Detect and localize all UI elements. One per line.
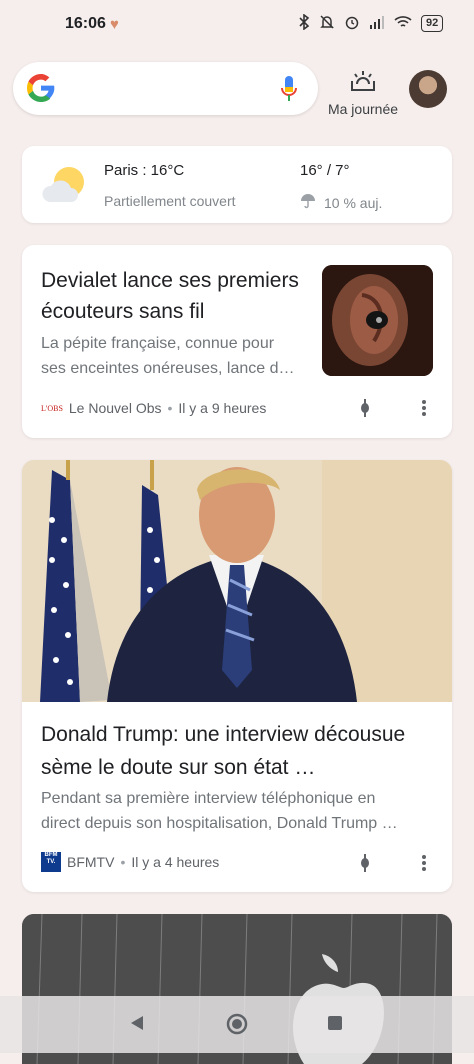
my-day-label: Ma journée — [327, 101, 399, 117]
follow-topic-icon[interactable] — [355, 397, 375, 419]
article-description: La pépite française, connue pour ses enc… — [41, 335, 295, 377]
news-card[interactable]: Devialet lance ses premiers écouteurs sa… — [22, 245, 452, 438]
article-time: Il y a 4 heures — [131, 854, 220, 870]
article-thumbnail[interactable] — [322, 265, 433, 376]
weather-condition: Partiellement couvert — [104, 193, 236, 209]
microphone-icon[interactable] — [280, 75, 298, 108]
article-source: L'OBS Le Nouvel Obs • Il y a 9 heures — [41, 400, 267, 416]
wifi-icon — [394, 15, 412, 32]
home-icon[interactable] — [224, 1011, 250, 1037]
my-day-button[interactable]: Ma journée — [324, 70, 402, 117]
source-logo: BFM TV. — [41, 852, 61, 872]
search-bar[interactable] — [13, 62, 318, 115]
bluetooth-icon — [298, 13, 310, 33]
partly-cloudy-icon — [42, 164, 88, 211]
weather-rain: 10 % auj. — [300, 193, 382, 212]
umbrella-icon — [300, 193, 316, 212]
heart-icon: ♥ — [110, 16, 119, 33]
back-icon[interactable] — [126, 1012, 148, 1034]
article-hero-image[interactable] — [22, 460, 452, 702]
alarm-icon — [344, 14, 360, 33]
source-name: Le Nouvel Obs — [68, 400, 162, 416]
recents-icon[interactable] — [324, 1012, 346, 1034]
signal-icon — [369, 15, 385, 32]
mute-icon — [319, 14, 335, 33]
article-description: Pendant sa première interview téléphoniq… — [41, 790, 398, 832]
article-source: BFM TV. BFMTV • Il y a 4 heures — [41, 852, 219, 872]
source-logo: L'OBS — [41, 403, 63, 413]
avatar[interactable] — [409, 70, 447, 108]
article-title[interactable]: Donald Trump: une interview décousue sèm… — [41, 718, 436, 784]
weather-high-low: 16° / 7° — [300, 162, 350, 179]
follow-topic-icon[interactable] — [355, 852, 375, 874]
news-card[interactable]: Donald Trump: une interview décousue sèm… — [22, 460, 452, 892]
status-time: 16:06 — [65, 15, 106, 32]
weather-city-temp: Paris : 16°C — [104, 162, 185, 179]
rain-chance: 10 % auj. — [324, 194, 383, 211]
more-options-icon[interactable] — [414, 397, 434, 419]
sunrise-tray-icon — [324, 70, 402, 97]
more-options-icon[interactable] — [414, 852, 434, 874]
source-name: BFMTV — [67, 854, 115, 870]
article-time: Il y a 9 heures — [178, 400, 267, 416]
battery-icon: 92 — [421, 15, 444, 32]
weather-card[interactable]: Paris : 16°C Partiellement couvert 16° /… — [22, 146, 452, 223]
google-logo-icon — [25, 72, 57, 109]
status-icons: 92 — [298, 13, 444, 33]
navigation-bar — [0, 996, 474, 1053]
article-title[interactable]: Devialet lance ses premiers écouteurs sa… — [41, 265, 316, 327]
